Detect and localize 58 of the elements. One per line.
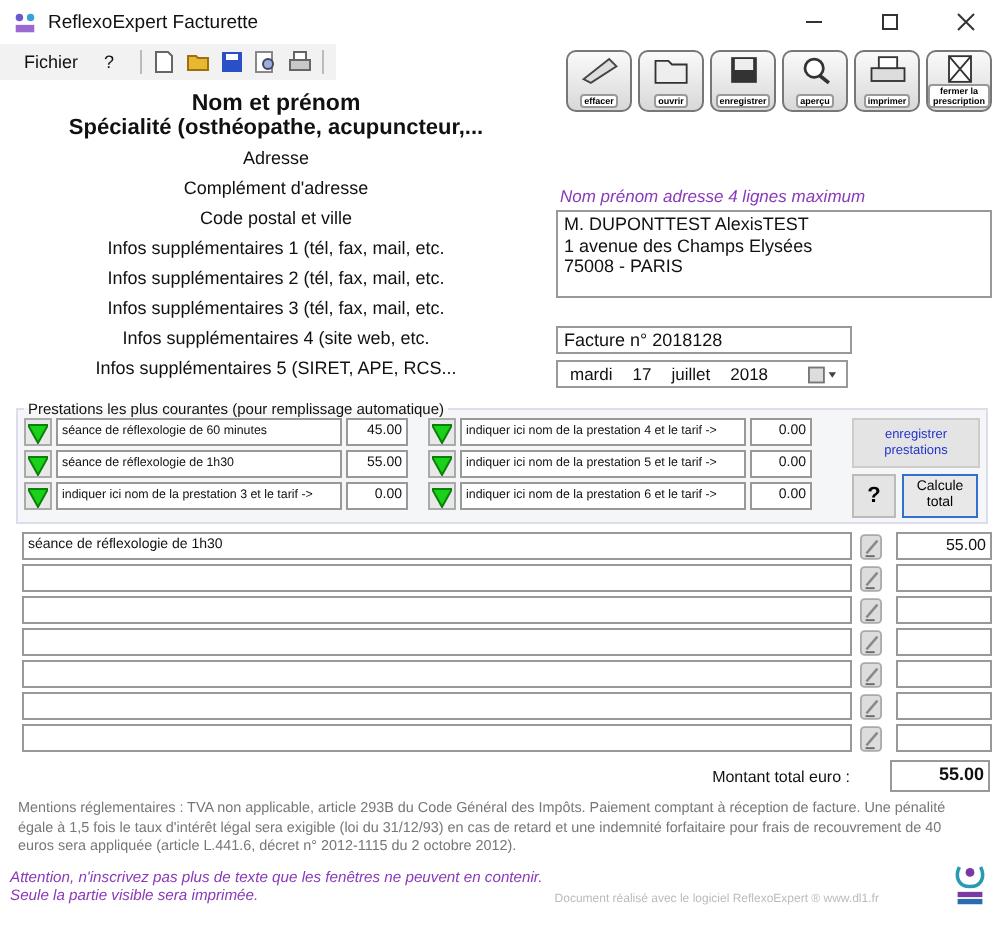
practitioner-info: Infos supplémentaires 1 (tél, fax, mail, etc. [107, 236, 445, 262]
fill-triangle-button[interactable] [24, 418, 52, 446]
preview-icon[interactable] [254, 50, 279, 74]
line-amount-field[interactable] [896, 628, 992, 656]
save-icon[interactable] [220, 50, 245, 74]
practitioner-info: Adresse [242, 146, 310, 172]
menu-item[interactable]: ? [104, 52, 115, 72]
printer-icon[interactable] [288, 50, 313, 74]
total-amount-field[interactable]: 55.00 [890, 760, 990, 792]
folder-icon[interactable] [186, 50, 211, 74]
patient-address-field[interactable]: M. DUPONTTEST AlexisTEST 1 avenue des Champs Elysées 75008 - PARIS [556, 210, 992, 298]
fill-triangle-button[interactable] [428, 418, 456, 446]
line-amount-field[interactable] [896, 692, 992, 720]
practitioner-info: Infos supplémentaires 5 (SIRET, APE, RCS... [95, 356, 457, 382]
calendar-dropdown-icon[interactable] [808, 365, 838, 383]
line-description-field[interactable] [22, 724, 852, 752]
line-description-field[interactable] [22, 564, 852, 592]
address-hint: Nom prénom adresse 4 lignes maximum [560, 186, 868, 206]
line-amount-field[interactable] [896, 660, 992, 688]
date-picker[interactable]: mardi 17 juillet 2018 [556, 360, 848, 388]
practitioner-info: Infos supplémentaires 3 (tél, fax, mail, etc. [107, 296, 445, 322]
line-amount-field[interactable] [896, 724, 992, 752]
window-title: ReflexoExpert Facturette [48, 11, 259, 33]
practitioner-info: Infos supplémentaires 4 (site web, etc. [122, 326, 430, 352]
practitioner-info: Code postal et ville [199, 206, 353, 232]
pencil-icon[interactable] [860, 533, 882, 559]
line-description-field[interactable] [22, 628, 852, 656]
invoice-number-field[interactable]: Facture n° 2018128 [556, 326, 852, 354]
maximize-icon[interactable] [880, 12, 900, 32]
folder-icon [649, 54, 693, 86]
pencil-icon[interactable] [860, 661, 882, 687]
line-description-field[interactable] [22, 692, 852, 720]
eraser-icon [577, 54, 621, 86]
pencil-icon[interactable] [860, 597, 882, 623]
fill-triangle-button[interactable] [24, 450, 52, 478]
total-label: Montant total euro : [712, 767, 850, 785]
printer-icon [865, 54, 909, 86]
pencil-icon[interactable] [860, 629, 882, 655]
line-amount-field[interactable] [896, 564, 992, 592]
fill-triangle-button[interactable] [428, 450, 456, 478]
new-file-icon[interactable] [152, 50, 177, 74]
app-icon [12, 9, 38, 35]
practitioner-info: Complément d'adresse [183, 176, 369, 202]
menu-item[interactable]: Fichier [24, 52, 79, 72]
help-button[interactable]: ? [852, 474, 896, 518]
practitioner-specialty: Spécialité (osthéopathe, acupuncteur,... [68, 116, 484, 140]
pencil-icon[interactable] [860, 725, 882, 751]
line-amount-field[interactable]: 55.00 [896, 532, 992, 560]
line-amount-field[interactable] [896, 596, 992, 624]
line-description-field[interactable] [22, 660, 852, 688]
pencil-icon[interactable] [860, 565, 882, 591]
close-icon[interactable] [956, 12, 976, 32]
pencil-icon[interactable] [860, 693, 882, 719]
line-description-field[interactable] [22, 596, 852, 624]
fill-triangle-button[interactable] [24, 482, 52, 510]
practitioner-name: Nom et prénom [191, 92, 361, 116]
fill-triangle-button[interactable] [428, 482, 456, 510]
practitioner-info: Infos supplémentaires 2 (tél, fax, mail, etc. [107, 266, 445, 292]
